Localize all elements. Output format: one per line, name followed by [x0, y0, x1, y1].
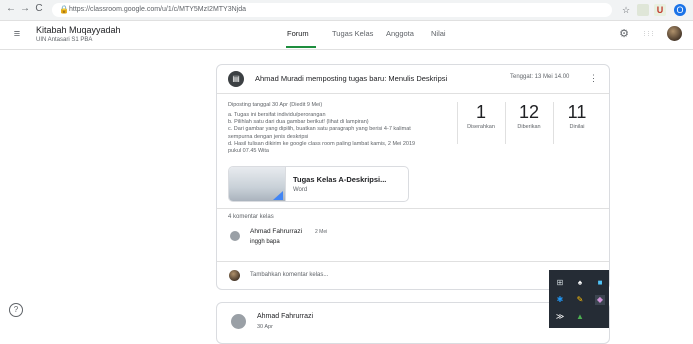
description-line: pukul 07.45 Wita: [228, 148, 269, 155]
lock-icon: 🔒: [59, 5, 69, 14]
extension-icon[interactable]: [637, 4, 649, 16]
account-avatar[interactable]: [667, 26, 682, 41]
tray-app-icon[interactable]: ✎: [575, 295, 585, 305]
stat-dinilai[interactable]: 11 Dinilai: [554, 102, 600, 144]
attachment-word-file[interactable]: Tugas Kelas A-Deskripsi... Word: [228, 166, 409, 202]
comment-avatar: [230, 231, 240, 241]
post-date: 30 Apr: [257, 324, 273, 330]
stat-label: Diberikan: [517, 124, 541, 130]
posted-date: Diposting tanggal 30 Apr (Diedit 9 Mei): [228, 102, 323, 108]
stat-number: 1: [475, 102, 486, 122]
divider: [217, 93, 609, 94]
description-line: c. Dari gambar yang dipilih, buatkan sat…: [228, 126, 411, 133]
tray-app-icon[interactable]: ◆: [595, 295, 605, 305]
post-avatar: [231, 314, 246, 329]
comment-author: Ahmad Fahrurrazi: [250, 228, 303, 235]
tab-nilai[interactable]: Nilai: [431, 29, 446, 38]
extension-u-icon[interactable]: U: [654, 4, 666, 16]
due-date: Tenggat: 13 Mei 14.00: [510, 74, 570, 80]
assignment-icon: ▤: [228, 71, 244, 87]
tab-tugas-kelas[interactable]: Tugas Kelas: [332, 29, 373, 38]
add-comment-input[interactable]: Tambahkan komentar kelas...: [250, 272, 328, 278]
assignment-header[interactable]: ▤ Ahmad Muradi memposting tugas baru: Me…: [217, 65, 609, 93]
divider: [217, 261, 609, 262]
classroom-header: ≡ Kitabah Muqayyadah UIN Antasari S1 PBA…: [0, 21, 693, 50]
tab-anggota[interactable]: Anggota: [386, 29, 414, 38]
assignment-title[interactable]: Ahmad Muradi memposting tugas baru: Menu…: [255, 74, 447, 83]
url-text[interactable]: https://classroom.google.com/u/1/c/MTY5M…: [69, 4, 246, 16]
browser-toolbar: ← → C 🔒 https://classroom.google.com/u/1…: [0, 0, 693, 21]
back-arrow-icon[interactable]: ←: [5, 3, 17, 15]
stat-diserahkan[interactable]: 1 Diserahkan: [458, 102, 504, 144]
word-doc-icon: [273, 191, 283, 200]
assignment-description: a. Tugas ini bersifat individu/peroranga…: [228, 112, 456, 155]
comment-text: inggh bapa: [250, 239, 280, 245]
class-section: UIN Antasari S1 PBA: [36, 37, 93, 43]
help-icon[interactable]: ?: [9, 303, 23, 317]
stat-diberikan[interactable]: 12 Diberikan: [506, 102, 552, 144]
system-tray-popup: ⊞ ♠ ■ ✱ ✎ ◆ ≫ ▲: [549, 270, 609, 328]
stat-label: Diserahkan: [467, 124, 495, 130]
bookmark-star-icon[interactable]: ☆: [620, 4, 632, 16]
more-options-icon[interactable]: ⋮: [589, 72, 598, 84]
tray-app-icon[interactable]: ⊞: [555, 278, 565, 288]
user-avatar: [229, 270, 240, 281]
apps-grid-icon[interactable]: ⋮⋮⋮: [641, 27, 655, 41]
google-drive-icon[interactable]: ▲: [575, 312, 585, 322]
forward-arrow-icon[interactable]: →: [19, 3, 31, 15]
stat-label: Dinilai: [569, 124, 585, 130]
description-line: d. Hasil tulisan dikirim ke google class…: [228, 140, 416, 147]
active-tab-indicator: [286, 46, 316, 48]
assignment-card: ▤ Ahmad Muradi memposting tugas baru: Me…: [216, 64, 610, 290]
attachment-title: Tugas Kelas A-Deskripsi...: [293, 175, 387, 184]
attachment-type: Word: [293, 187, 308, 193]
bluetooth-icon[interactable]: ✱: [555, 295, 565, 305]
divider: [217, 208, 609, 209]
tray-app-icon[interactable]: ■: [595, 278, 605, 288]
settings-gear-icon[interactable]: ⚙: [617, 27, 631, 41]
tray-app-icon[interactable]: ♠: [575, 278, 585, 288]
address-bar[interactable]: 🔒 https://classroom.google.com/u/1/c/MTY…: [52, 3, 612, 17]
description-line: sempurna dengan jenis deskripsi: [228, 133, 309, 140]
stat-number: 12: [518, 102, 540, 122]
comment-date: 2 Mei: [315, 229, 328, 235]
class-name[interactable]: Kitabah Muqayyadah: [36, 25, 121, 35]
profile-icon[interactable]: O: [674, 4, 686, 16]
class-comments-count[interactable]: 4 komentar kelas: [228, 214, 274, 220]
description-line: a. Tugas ini bersifat individu/peroranga…: [228, 112, 326, 118]
post-author: Ahmad Fahrurrazi: [257, 313, 314, 320]
stat-number: 11: [567, 102, 587, 122]
reload-icon[interactable]: C: [33, 3, 45, 15]
attachment-thumbnail: [229, 167, 286, 201]
tab-forum[interactable]: Forum: [287, 29, 309, 38]
menu-icon[interactable]: ≡: [10, 27, 24, 41]
description-line: b. Pilihlah satu dari dua gambar berikut…: [228, 119, 369, 126]
tray-app-icon[interactable]: ≫: [555, 312, 565, 322]
